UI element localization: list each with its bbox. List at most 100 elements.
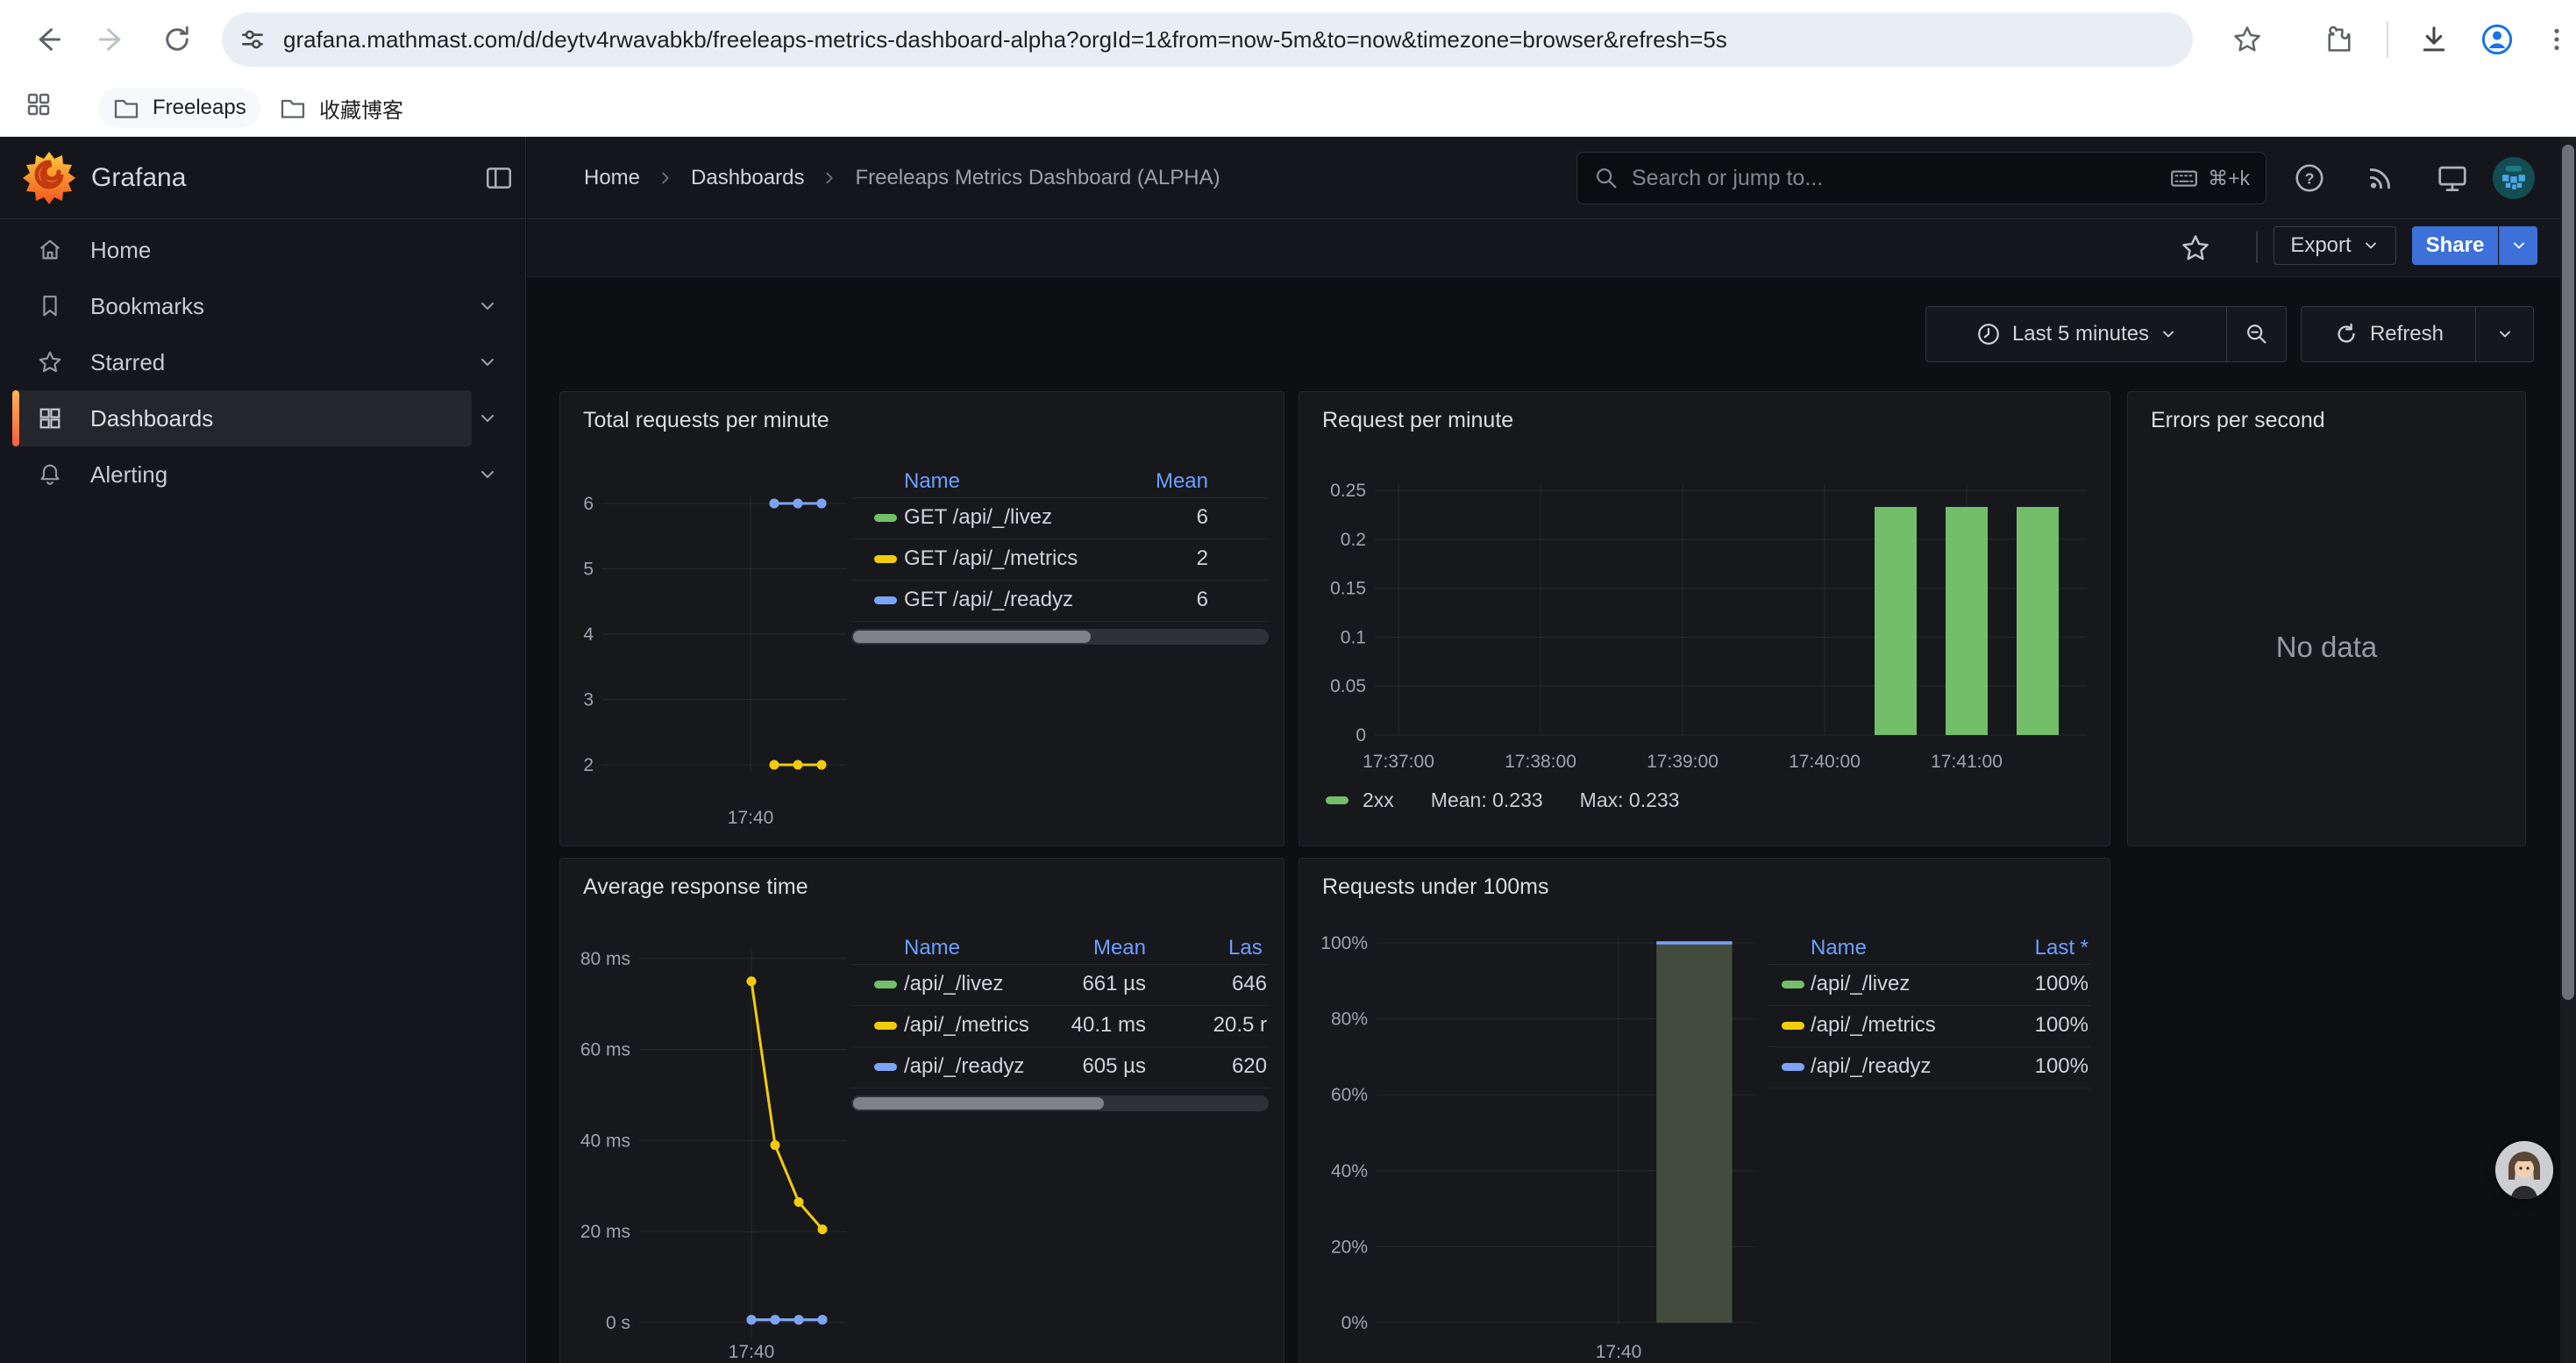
reload-icon[interactable] <box>149 11 205 68</box>
series-name[interactable]: 2xx <box>1363 789 1394 812</box>
legend-series-value: 620 <box>1232 1054 1267 1079</box>
legend-series-name[interactable]: /api/_/readyz <box>904 1054 1024 1079</box>
series-color-chip[interactable] <box>874 596 897 604</box>
svg-text:80%: 80% <box>1331 1010 1368 1030</box>
legend-series-name[interactable]: GET /api/_/readyz <box>904 588 1073 612</box>
chevron-down-icon[interactable] <box>477 296 498 317</box>
legend-series-name[interactable]: GET /api/_/livez <box>904 505 1052 530</box>
panel-total-requests-per-minute[interactable]: Total requests per minute 6543217:40 Nam… <box>559 391 1284 846</box>
panel-errors-per-second[interactable]: Errors per second No data <box>2127 391 2526 846</box>
downloads-icon[interactable] <box>2406 11 2462 68</box>
svg-text:0: 0 <box>1356 725 1366 746</box>
series-color-chip[interactable] <box>1782 1022 1804 1030</box>
legend-scrollbar[interactable] <box>851 629 1269 645</box>
legend-series-name[interactable]: /api/_/metrics <box>904 1013 1029 1038</box>
bookmark-folder-freeleaps[interactable]: Freeleaps <box>98 88 260 128</box>
chevron-down-icon <box>2496 325 2514 343</box>
browser-window: grafana.mathmast.com/d/deytv4rwavabkb/fr… <box>0 0 2576 1363</box>
profile-icon[interactable] <box>2469 11 2525 68</box>
legend-column-header[interactable]: Last * <box>2035 936 2089 960</box>
legend-series-name[interactable]: /api/_/livez <box>904 972 1003 996</box>
svg-text:60%: 60% <box>1331 1085 1368 1105</box>
sidebar-item-alerting[interactable]: Alerting <box>12 446 472 503</box>
legend-series-name[interactable]: GET /api/_/metrics <box>904 546 1078 571</box>
share-dropdown-button[interactable] <box>2499 226 2537 265</box>
grafana-logo-icon[interactable] <box>21 150 77 206</box>
legend-column-header[interactable]: Las <box>1228 936 1263 960</box>
page-scrollbar-thumb[interactable] <box>2562 145 2574 1000</box>
favorite-star-icon[interactable] <box>2174 227 2217 269</box>
url-text[interactable]: grafana.mathmast.com/d/deytv4rwavabkb/fr… <box>283 26 1727 54</box>
breadcrumb-home[interactable]: Home <box>584 166 640 190</box>
svg-text:0.2: 0.2 <box>1341 530 1366 550</box>
zoom-out-button[interactable] <box>2226 307 2286 361</box>
legend-series-name[interactable]: /api/_/readyz <box>1811 1054 1931 1079</box>
time-range-group: Last 5 minutes <box>1925 306 2287 362</box>
series-color-chip[interactable] <box>874 514 897 522</box>
chevron-down-icon[interactable] <box>477 408 498 429</box>
svg-text:20 ms: 20 ms <box>580 1222 630 1242</box>
legend-series-value: 646 <box>1232 972 1267 996</box>
chrome-menu-icon[interactable] <box>2529 11 2576 68</box>
legend-column-header[interactable]: Mean <box>1156 469 1208 494</box>
legend-column-header[interactable]: Name <box>1811 936 1867 960</box>
series-color-chip[interactable] <box>874 1063 897 1071</box>
news-rss-icon[interactable] <box>2359 157 2402 199</box>
address-bar[interactable]: grafana.mathmast.com/d/deytv4rwavabkb/fr… <box>222 12 2193 67</box>
sidebar-item-label: Alerting <box>90 461 167 489</box>
legend-series-value: 2 <box>1197 546 1208 571</box>
time-range-picker[interactable]: Last 5 minutes <box>1926 307 2226 361</box>
legend-scrollbar-thumb[interactable] <box>853 631 1091 643</box>
sidebar-item-home[interactable]: Home <box>12 222 472 278</box>
refresh-button[interactable]: Refresh <box>2302 307 2475 361</box>
legend-separator <box>851 580 1269 581</box>
apps-grid-icon[interactable] <box>14 80 63 129</box>
series-color-chip[interactable] <box>874 1022 897 1030</box>
help-icon[interactable]: ? <box>2288 157 2330 199</box>
svg-text:0.15: 0.15 <box>1330 579 1366 599</box>
svg-text:0.1: 0.1 <box>1341 627 1366 647</box>
chevron-down-icon <box>2362 237 2380 254</box>
back-icon[interactable] <box>19 11 75 68</box>
legend-scrollbar-thumb[interactable] <box>853 1097 1104 1110</box>
breadcrumb-dashboards[interactable]: Dashboards <box>691 166 804 190</box>
bookmark-star-icon[interactable] <box>2219 11 2275 68</box>
sidebar-item-bookmarks[interactable]: Bookmarks <box>12 278 472 334</box>
sidebar-item-starred[interactable]: Starred <box>12 334 472 390</box>
dashboard-canvas: Last 5 minutes Refresh Total requests p <box>527 277 2576 1363</box>
svg-text:17:40: 17:40 <box>728 808 774 828</box>
chevron-down-icon[interactable] <box>477 352 498 373</box>
site-settings-icon[interactable] <box>222 25 283 54</box>
series-color-chip[interactable] <box>874 981 897 988</box>
refresh-interval-dropdown[interactable] <box>2475 307 2533 361</box>
legend-series-name[interactable]: /api/_/livez <box>1811 972 1910 996</box>
series-color-chip[interactable] <box>1782 981 1804 988</box>
panel-request-per-minute[interactable]: Request per minute 0.250.20.150.10.05017… <box>1299 391 2110 846</box>
legend-series-name[interactable]: /api/_/metrics <box>1811 1013 1936 1038</box>
monitor-icon[interactable] <box>2431 157 2473 199</box>
sidebar-item-dashboards[interactable]: Dashboards <box>12 390 472 446</box>
series-color-chip[interactable] <box>874 555 897 563</box>
legend-scrollbar[interactable] <box>851 1095 1269 1111</box>
bookmark-folder-blogs[interactable]: 收藏博客 <box>265 88 417 128</box>
panel-requests-under-100ms[interactable]: Requests under 100ms 100%80%60%40%20%0%1… <box>1299 858 2110 1363</box>
breadcrumb: Home Dashboards Freeleaps Metrics Dashbo… <box>584 137 1220 219</box>
panel-average-response-time[interactable]: Average response time 80 ms60 ms40 ms20 … <box>559 858 1284 1363</box>
user-avatar[interactable] <box>2493 157 2535 199</box>
extensions-icon[interactable] <box>2311 11 2367 68</box>
brand-name[interactable]: Grafana <box>91 163 186 193</box>
legend-column-header[interactable]: Name <box>904 469 960 494</box>
legend-column-header[interactable]: Name <box>904 936 960 960</box>
chevron-down-icon[interactable] <box>477 464 498 485</box>
export-button[interactable]: Export <box>2274 226 2396 265</box>
share-button[interactable]: Share <box>2412 226 2498 265</box>
panel-title[interactable]: Errors per second <box>2151 408 2325 433</box>
forward-icon[interactable] <box>84 11 140 68</box>
series-color-chip[interactable] <box>1782 1063 1804 1071</box>
dock-sidebar-icon[interactable] <box>484 163 514 193</box>
chevron-right-icon <box>820 168 839 188</box>
legend-column-header[interactable]: Mean <box>1093 936 1146 960</box>
search-input[interactable]: Search or jump to... ⌘+k <box>1576 152 2266 204</box>
legend-series-value: 20.5 r <box>1213 1013 1267 1038</box>
assistant-avatar[interactable] <box>2495 1141 2553 1199</box>
